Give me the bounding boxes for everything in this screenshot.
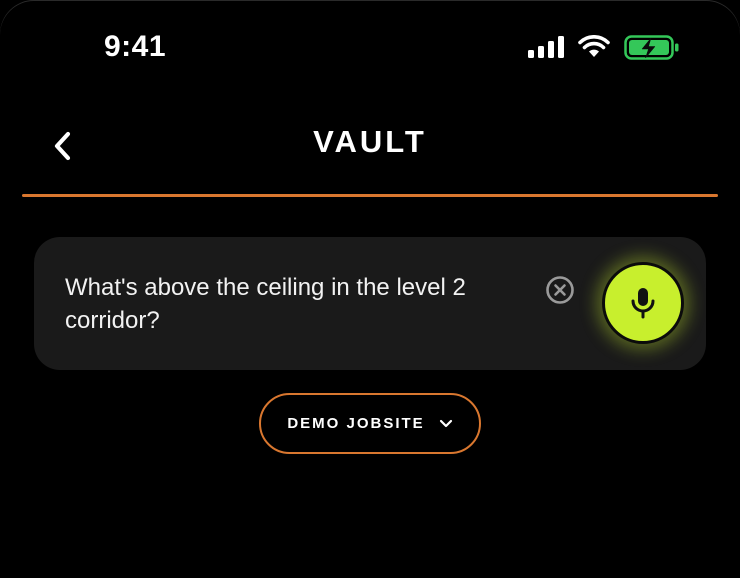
battery-charging-icon	[624, 35, 679, 60]
microphone-icon	[631, 288, 655, 319]
status-time: 9:41	[104, 30, 167, 63]
app-screen: 9:41 VAULT What's above the ceiling in t…	[0, 0, 740, 578]
jobsite-selector[interactable]: DEMO JOBSITE	[259, 393, 481, 454]
query-card: What's above the ceiling in the level 2 …	[34, 237, 706, 370]
query-text[interactable]: What's above the ceiling in the level 2 …	[65, 271, 525, 337]
clear-circle-icon[interactable]	[544, 274, 576, 306]
wifi-icon	[578, 35, 610, 57]
chevron-down-icon	[439, 419, 452, 427]
cellular-signal-icon	[528, 36, 564, 58]
page-title: VAULT	[313, 124, 427, 159]
mic-button[interactable]	[602, 262, 684, 344]
jobsite-label: DEMO JOBSITE	[287, 415, 425, 432]
header-divider	[22, 194, 718, 197]
